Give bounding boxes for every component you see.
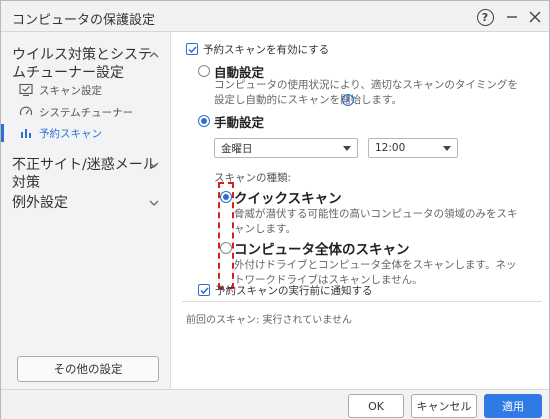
sidebar-section-antivirus[interactable]: ウイルス対策とシステムチューナー設定	[12, 46, 164, 82]
enable-scheduled-label: 予約スキャンを有効にする	[203, 44, 330, 56]
quick-scan-description: 脅威が潜伏する可能性の高いコンピュータの領域のみをスキャンします。	[234, 208, 518, 235]
cancel-button[interactable]: キャンセル	[411, 394, 477, 418]
ok-button[interactable]: OK	[348, 394, 404, 418]
check-icon	[188, 46, 197, 54]
sidebar-item-scan-settings[interactable]: スキャン設定	[18, 80, 163, 100]
apply-button[interactable]: 適用	[484, 394, 542, 418]
minimize-icon	[507, 16, 517, 18]
divider	[182, 301, 542, 302]
close-button[interactable]	[524, 6, 546, 28]
chevron-down-icon	[443, 146, 451, 151]
quick-scan-radio[interactable]	[220, 191, 232, 203]
sidebar-section-web-mail[interactable]: 不正サイト/迷惑メール対策	[12, 156, 164, 192]
main-panel: 予約スキャンを有効にする 自動設定 コンピュータの使用状況により、適切なスキャン…	[172, 32, 549, 389]
help-icon: ?	[476, 8, 494, 26]
auto-setting-radio[interactable]	[198, 65, 210, 77]
sidebar-item-label: スキャン設定	[39, 84, 102, 97]
time-select[interactable]: 12:00	[368, 138, 458, 158]
title-bar: コンピュータの保護設定 ?	[1, 1, 549, 32]
time-select-value: 12:00	[375, 142, 406, 154]
notify-before-scan-checkbox[interactable]	[198, 284, 210, 296]
last-scan-status: 前回のスキャン: 実行されていません	[186, 315, 352, 326]
settings-window: コンピュータの保護設定 ? ウイルス対策とシステムチューナー設定 スキャン設定 …	[0, 0, 550, 419]
sidebar-item-scheduled-scan[interactable]: 予約スキャン	[18, 123, 163, 143]
active-indicator	[1, 124, 4, 142]
footer-bar: OK キャンセル 適用	[1, 389, 549, 419]
manual-setting-title: 手動設定	[214, 115, 265, 130]
sidebar-item-system-tuner[interactable]: システムチューナー	[18, 102, 163, 122]
help-button[interactable]: ?	[474, 6, 496, 28]
manual-setting-radio[interactable]	[198, 115, 210, 127]
sidebar: ウイルス対策とシステムチューナー設定 スキャン設定 システムチューナー 予約スキ…	[1, 32, 171, 389]
minimize-button[interactable]	[501, 6, 523, 28]
chevron-down-icon	[149, 162, 159, 168]
day-select[interactable]: 金曜日	[214, 138, 358, 158]
info-icon[interactable]: i	[342, 94, 354, 106]
sidebar-item-label: システムチューナー	[39, 106, 134, 119]
quick-scan-title: クイックスキャン	[234, 191, 342, 207]
chevron-down-icon	[343, 146, 351, 151]
gauge-icon	[18, 104, 34, 120]
chevron-down-icon	[149, 200, 159, 206]
close-icon	[529, 11, 541, 23]
chevron-up-icon	[149, 52, 159, 58]
check-icon	[200, 287, 209, 295]
sidebar-section-label: ウイルス対策とシステムチューナー設定	[12, 47, 152, 81]
sidebar-section-exceptions[interactable]: 例外設定	[12, 194, 164, 212]
day-select-value: 金曜日	[221, 142, 253, 155]
auto-setting-description: コンピュータの使用状況により、適切なスキャンのタイミングを設定し自動的にスキャン…	[214, 79, 518, 106]
scan-settings-icon	[18, 82, 34, 98]
bar-chart-icon	[18, 125, 34, 141]
notify-before-scan-label: 予約スキャンの実行前に通知する	[215, 285, 373, 297]
full-scan-title: コンピュータ全体のスキャン	[234, 242, 410, 258]
enable-scheduled-checkbox[interactable]	[186, 43, 198, 55]
sidebar-section-label: 例外設定	[12, 195, 68, 211]
full-scan-radio[interactable]	[220, 242, 232, 254]
other-settings-button[interactable]: その他の設定	[17, 356, 159, 382]
sidebar-item-label: 予約スキャン	[39, 127, 102, 140]
window-title: コンピュータの保護設定	[12, 13, 156, 28]
sidebar-section-label: 不正サイト/迷惑メール対策	[12, 157, 157, 191]
